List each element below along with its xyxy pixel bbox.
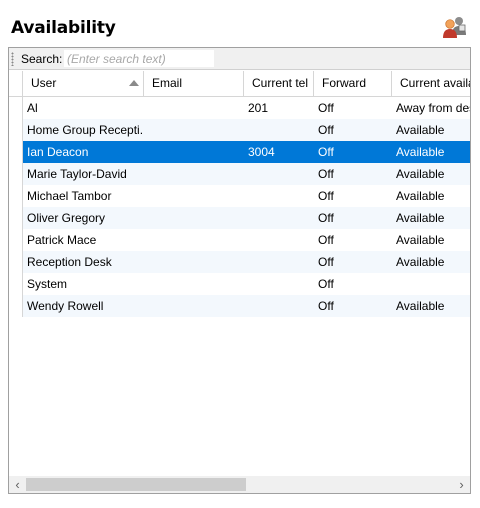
column-header-email[interactable]: Email [144,71,244,96]
column-header-label: User [31,76,57,90]
cell-availability: Available [396,189,445,203]
cell-availability: Available [396,299,445,313]
cell-current-tel: 201 [248,101,269,115]
cell-user: Home Group Recepti... [27,123,144,137]
cell-forward: Off [318,277,334,291]
cell-user: Oliver Gregory [27,211,106,225]
chevron-left-icon[interactable]: ‹ [9,476,26,493]
cell-email [144,119,244,141]
cell-email [144,207,244,229]
column-header-user[interactable]: User [23,71,144,96]
cell-current-tel [244,273,314,295]
cell-forward: Off [318,189,334,203]
row-header[interactable] [9,141,23,163]
horizontal-scrollbar[interactable]: ‹ › [9,476,470,493]
cell-user: Patrick Mace [27,233,97,247]
users-icon [443,17,466,38]
cell-availability: Available [396,167,445,181]
cell-forward: Off [318,299,334,313]
cell-forward: Off [318,211,334,225]
cell-email [144,295,244,317]
cell-user: Marie Taylor-David [27,167,127,181]
cell-email [144,97,244,119]
search-toolbar: Search: [9,48,470,70]
column-header-current-tel[interactable]: Current tel [244,71,314,96]
cell-user: Wendy Rowell [27,299,104,313]
cell-availability: Available [396,123,445,137]
cell-forward: Off [318,167,334,181]
table-row[interactable]: System Off [9,273,470,295]
column-header-current-availability[interactable]: Current availab [392,71,470,96]
chevron-right-icon[interactable]: › [453,476,470,493]
cell-forward: Off [318,255,334,269]
cell-availability: Away from desk [396,101,470,115]
cell-availability: Available [396,255,445,269]
header-corner[interactable] [9,71,23,96]
cell-current-tel [244,207,314,229]
cell-current-tel [244,119,314,141]
cell-email [144,229,244,251]
row-header[interactable] [9,229,23,251]
cell-email [144,185,244,207]
table-row[interactable]: Al 201 Off Away from desk [9,97,470,119]
cell-email [144,141,244,163]
table-row[interactable]: Home Group Recepti... Off Available [9,119,470,141]
row-header[interactable] [9,97,23,119]
scrollbar-thumb[interactable] [26,478,246,491]
cell-current-tel [244,251,314,273]
table-row[interactable]: Wendy Rowell Off Available [9,295,470,317]
cell-user: System [27,277,68,291]
table-row[interactable]: Marie Taylor-David Off Available [9,163,470,185]
users-button[interactable] [442,15,468,39]
row-header[interactable] [9,251,23,273]
cell-forward: Off [318,145,334,159]
cell-email [144,273,244,295]
row-header[interactable] [9,185,23,207]
table-row[interactable]: Oliver Gregory Off Available [9,207,470,229]
row-header[interactable] [9,207,23,229]
row-header[interactable] [9,119,23,141]
column-header-label: Forward [322,76,367,90]
search-label: Search: [21,52,63,66]
cell-current-tel [244,185,314,207]
cell-current-tel [244,229,314,251]
cell-availability: Available [396,211,445,225]
table-row[interactable]: Patrick Mace Off Available [9,229,470,251]
toolbar-grip[interactable] [11,52,14,66]
cell-availability: Available [396,145,445,159]
page-title: Availability [11,18,116,38]
cell-availability [392,273,470,295]
row-header[interactable] [9,273,23,295]
table-row-selected[interactable]: Ian Deacon 3004 Off Available [9,141,470,163]
table-row[interactable]: Reception Desk Off Available [9,251,470,273]
cell-current-tel [244,163,314,185]
cell-current-tel: 3004 [248,145,275,159]
cell-forward: Off [318,101,334,115]
search-input[interactable] [64,50,214,67]
grid-header: User Email Current tel Forward Current a… [9,71,470,97]
table-row[interactable]: Michael Tambor Off Available [9,185,470,207]
grid-rows: Al 201 Off Away from desk Home Group Rec… [9,97,470,317]
column-header-label: Email [152,76,183,90]
cell-availability: Available [396,233,445,247]
sort-ascending-icon [129,80,139,86]
cell-email [144,251,244,273]
cell-forward: Off [318,233,334,247]
cell-forward: Off [318,123,334,137]
cell-user: Reception Desk [27,255,112,269]
cell-email [144,163,244,185]
column-header-label: Current availab [400,76,470,90]
column-header-forward[interactable]: Forward [314,71,392,96]
cell-user: Ian Deacon [27,145,89,159]
availability-panel: Search: User Email Current tel Forward C… [8,47,471,494]
cell-user: Al [27,101,38,115]
row-header[interactable] [9,295,23,317]
cell-current-tel [244,295,314,317]
column-header-label: Current tel [252,76,309,90]
row-header[interactable] [9,163,23,185]
cell-user: Michael Tambor [27,189,112,203]
